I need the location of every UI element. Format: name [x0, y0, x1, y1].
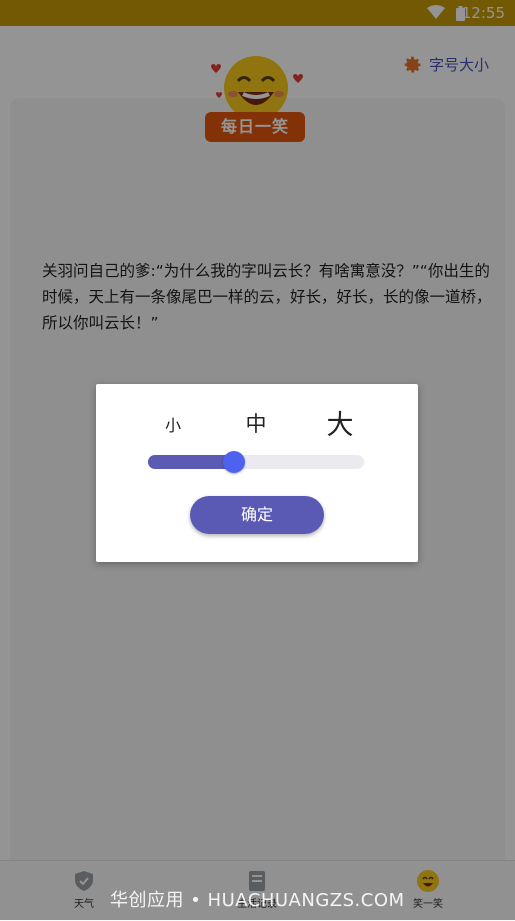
- watermark: 华创应用 • HUACHUANGZS.COM: [110, 890, 405, 911]
- font-size-slider[interactable]: [148, 451, 364, 473]
- slider-thumb[interactable]: [223, 451, 246, 473]
- size-option-large[interactable]: 大: [310, 403, 370, 442]
- size-option-small[interactable]: 小: [143, 412, 203, 436]
- font-size-dialog: 小 中 大 确定: [96, 384, 418, 562]
- size-option-medium[interactable]: 中: [226, 408, 286, 438]
- slider-fill: [148, 455, 235, 469]
- confirm-button[interactable]: 确定: [190, 496, 324, 534]
